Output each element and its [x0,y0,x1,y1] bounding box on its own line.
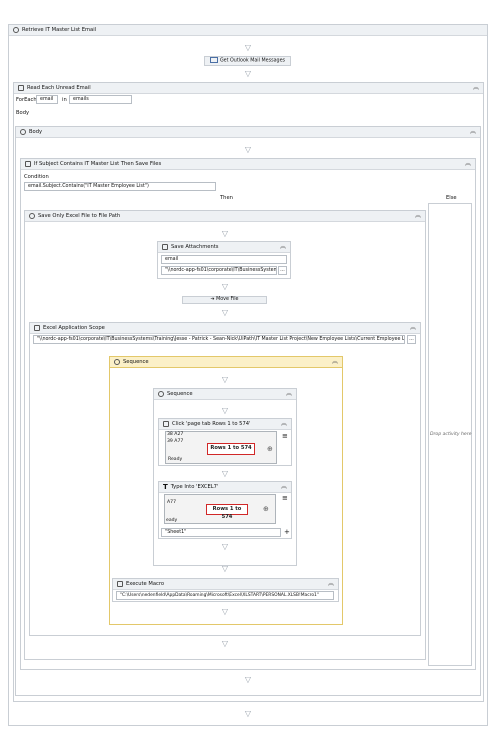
plus-circle-icon[interactable]: ⊕ [267,445,273,453]
sequence-outer-header[interactable]: Sequence ︽ [110,357,342,368]
drop-arrow-2[interactable]: ▽ [244,70,252,78]
foreach-icon [18,85,24,91]
type-into-title: Type Into 'EXCEL7' [170,484,219,490]
collapse-icon[interactable]: ︽ [410,325,416,331]
move-file-activity[interactable]: ➔ Move File [182,296,267,304]
excel-scope-title: Excel Application Scope [43,325,105,331]
collapse-icon[interactable]: ︽ [465,161,471,167]
condition-input[interactable]: email.Subject.Contains("IT Master Employ… [24,182,216,191]
click-title: Click 'page tab Rows 1 to 574' [172,421,251,427]
collapse-icon[interactable]: ︽ [332,359,338,365]
execute-macro-title: Execute Macro [126,581,165,587]
attachment-icon [162,244,168,250]
collapse-icon[interactable]: ︽ [286,391,292,397]
collapse-icon[interactable]: ︽ [473,85,479,91]
foreach-label: ForEach [16,97,37,103]
plus-circle-icon[interactable]: ⊕ [263,505,269,513]
click-header[interactable]: Click 'page tab Rows 1 to 574' ︽ [159,419,291,430]
collapse-icon[interactable]: ︽ [328,581,334,587]
if-icon [25,161,31,167]
drop-arrow-12[interactable]: ▽ [221,608,229,616]
sequence-icon [13,27,19,33]
menu-icon[interactable]: ≡ [282,494,288,502]
excel-icon [34,325,40,331]
arrow-icon: ➔ [210,297,215,302]
body-sequence-title: Body [29,129,43,135]
click-status: Ready [168,457,183,462]
root-sequence-title: Retrieve IT Master List Email [22,27,97,33]
execute-macro-header[interactable]: Execute Macro ︽ [113,579,338,590]
sequence-inner-title: Sequence [167,391,193,397]
click-row-a: 38 A27 [167,432,184,437]
drop-arrow-6[interactable]: ▽ [221,309,229,317]
collapse-icon[interactable]: ︽ [281,484,287,490]
if-header[interactable]: If Subject Contains IT Master List Then … [21,159,475,170]
get-outlook-mail-activity[interactable]: Get Outlook Mail Messages [204,56,291,66]
type-into-header[interactable]: T Type Into 'EXCEL7' ︽ [159,482,291,493]
collapse-icon[interactable]: ︽ [281,421,287,427]
foreach-title: Read Each Unread Email [27,85,91,91]
collapse-icon[interactable]: ︽ [280,244,286,250]
drop-arrow-14[interactable]: ▽ [244,676,252,684]
execute-macro-input[interactable]: "C:\Users\nedenfield\AppData\Roaming\Mic… [116,591,334,600]
save-attachments-header[interactable]: Save Attachments ︽ [158,242,290,253]
condition-label: Condition [24,174,49,180]
collapse-icon[interactable]: ︽ [470,129,476,135]
collapse-icon[interactable]: ︽ [415,213,421,219]
click-icon [163,421,169,427]
mail-icon [209,57,218,63]
foreach-header[interactable]: Read Each Unread Email ︽ [14,83,483,94]
then-label: Then [220,195,233,201]
add-button[interactable]: + [284,528,290,536]
else-drop-hint: Drop activity here [430,432,472,437]
drop-arrow-5[interactable]: ▽ [221,283,229,291]
type-status: eady [166,518,178,523]
type-into-value-input[interactable]: "Sheet1" [161,528,281,537]
type-icon: T [163,483,168,491]
body-sequence-header[interactable]: Body ︽ [16,127,480,138]
sequence-outer-title: Sequence [123,359,149,365]
move-file-label: Move File [216,297,239,302]
macro-icon [117,581,123,587]
drop-arrow-13[interactable]: ▽ [221,640,229,648]
drop-arrow-1[interactable]: ▽ [244,44,252,52]
drop-arrow-15[interactable]: ▽ [244,710,252,718]
save-path-title: Save Only Excel File to File Path [38,213,121,219]
excel-scope-path-input[interactable]: "\\nordc-app-fs01\corporate\IT\BusinessS… [33,335,405,344]
save-path-header[interactable]: Save Only Excel File to File Path ︽ [25,211,425,222]
click-target-highlight: Rows 1 to 574 [207,443,255,455]
foreach-collection-input[interactable]: emails [69,95,132,104]
sequence-icon [20,129,26,135]
excel-scope-header[interactable]: Excel Application Scope ︽ [30,323,420,334]
sequence-icon [158,391,164,397]
save-attachments-title: Save Attachments [171,244,219,250]
type-target-highlight: Rows 1 to 574 [206,504,248,520]
drop-arrow-11[interactable]: ▽ [221,565,229,573]
type-row-a: A77 [167,500,176,505]
else-label: Else [446,195,457,201]
sequence-icon [29,213,35,219]
drop-arrow-10[interactable]: ▽ [221,543,229,551]
foreach-in-label: in [62,97,67,103]
menu-icon[interactable]: ≡ [282,432,288,440]
foreach-item-input[interactable]: email [36,95,58,104]
drop-arrow-4[interactable]: ▽ [221,230,229,238]
save-attachments-folder-input[interactable]: "\\nordc-app-fs01\corporate\IT\BusinessS… [161,266,277,275]
save-attachments-mail-input[interactable]: email [161,255,287,264]
drop-arrow-9[interactable]: ▽ [221,470,229,478]
drop-arrow-8[interactable]: ▽ [221,407,229,415]
root-sequence-header[interactable]: Retrieve IT Master List Email [9,25,487,36]
if-title: If Subject Contains IT Master List Then … [34,161,162,167]
excel-scope-browse-button[interactable]: ... [407,335,416,344]
drop-arrow-7[interactable]: ▽ [221,376,229,384]
click-row-b: 39 A77 [167,439,184,444]
sequence-icon [114,359,120,365]
sequence-inner-header[interactable]: Sequence ︽ [154,389,296,400]
foreach-body-label: Body [16,110,30,116]
save-attachments-browse-button[interactable]: ... [278,266,287,275]
get-outlook-mail-label: Get Outlook Mail Messages [219,58,286,64]
drop-arrow-3[interactable]: ▽ [244,146,252,154]
